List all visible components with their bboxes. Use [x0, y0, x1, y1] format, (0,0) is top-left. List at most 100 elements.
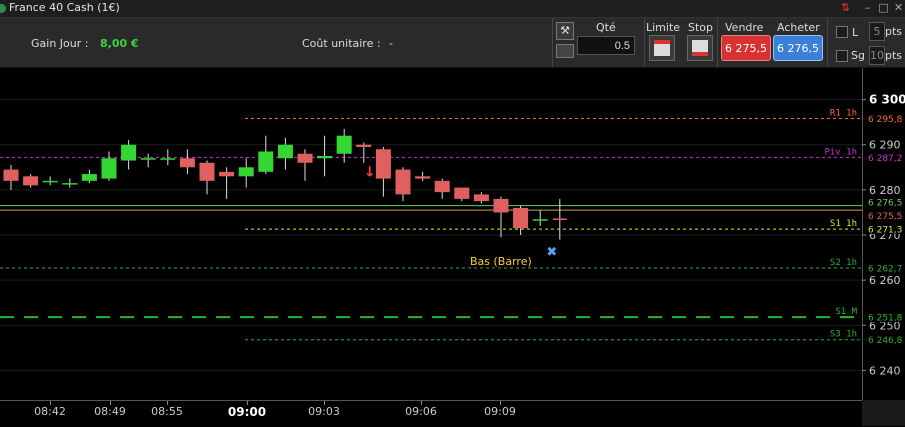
x-tick-mark: [247, 401, 248, 405]
divider: [717, 18, 718, 67]
limit-order-button[interactable]: [649, 35, 675, 61]
x-tick-mark: [421, 401, 422, 405]
candle-body: [219, 171, 235, 177]
level-name: R1 1h: [830, 109, 857, 119]
refresh-arrows-icon[interactable]: ⇅: [838, 0, 853, 15]
x-tick-label: 09:03: [308, 405, 340, 418]
gain-jour-value: 8,00 €: [100, 37, 139, 50]
level-name: S2 1h: [830, 258, 857, 268]
candle-body: [434, 180, 450, 193]
l-checkbox[interactable]: [836, 26, 848, 38]
bid-price-label: 6 276,5: [868, 199, 902, 209]
x-tick-label: 09:00: [227, 405, 267, 419]
candle-body: [513, 207, 529, 229]
status-dot-icon: [0, 4, 6, 13]
quantity-input[interactable]: [577, 36, 635, 55]
y-tick-label: 6 290: [869, 139, 901, 152]
x-tick-mark: [167, 401, 168, 405]
x-tick-mark: [50, 401, 51, 405]
level-name: S1 1h: [830, 219, 857, 229]
candle-body: [277, 144, 293, 159]
candle-body: [356, 144, 372, 147]
candle-body: [317, 156, 333, 159]
x-tick-label: 09:06: [405, 405, 437, 418]
level-name: Piv 1h: [824, 147, 857, 157]
l-points-unit: pts: [885, 25, 903, 38]
candle-body: [238, 167, 254, 177]
limit-header: Limite: [646, 21, 681, 34]
candle-body: [454, 187, 470, 199]
level-value-label: 6 262,7: [868, 264, 902, 274]
x-tick-mark: [324, 401, 325, 405]
y-tick-label: 6 280: [869, 184, 901, 197]
y-tick-label: 6 240: [869, 364, 901, 377]
x-tick-mark: [500, 401, 501, 405]
level-value-label: 6 287,2: [868, 154, 902, 164]
y-tick-label: 6 300: [869, 93, 905, 107]
candle-body: [160, 158, 176, 160]
candle-body: [493, 198, 509, 213]
trade-toolbar: Gain Jour : 8,00 € Coût unitaire : - ⚒ Q…: [0, 18, 905, 68]
divider: [644, 18, 645, 67]
level-value-label: 6 295,8: [868, 115, 903, 125]
candle-body: [101, 158, 117, 179]
down-arrow-icon: ↓: [364, 164, 376, 180]
sell-button[interactable]: 6 275,5: [721, 35, 771, 61]
divider: [827, 18, 828, 67]
title-bar: France 40 Cash (1€) ⇅ – □ ✕: [0, 0, 905, 18]
buy-button[interactable]: 6 276,5: [773, 35, 823, 61]
candle-body: [532, 219, 548, 221]
l-points-input[interactable]: 5: [869, 22, 885, 41]
buy-header: Acheter: [777, 21, 820, 34]
stop-order-button[interactable]: [687, 35, 713, 61]
sg-points-input[interactable]: 10: [869, 46, 885, 65]
candle-body: [395, 169, 411, 195]
cross-marker-icon: ✖: [546, 245, 557, 260]
candle-body: [121, 144, 137, 161]
candle-body: [415, 176, 431, 179]
level-value-label: 6 271,3: [868, 226, 902, 236]
qty-header: Qté: [596, 21, 616, 34]
sg-checkbox[interactable]: [836, 50, 848, 62]
candle-body: [336, 135, 352, 154]
low-bar-annotation: Bas (Barre): [470, 255, 532, 268]
level-name: S1 M: [835, 307, 857, 317]
x-tick-label: 08:49: [94, 405, 126, 418]
candle-body: [199, 162, 215, 181]
l-label: L: [852, 26, 859, 39]
axis-corner: [862, 400, 905, 426]
current-price-label: 6 275,5: [868, 212, 902, 222]
candle-body: [140, 158, 156, 160]
candle-body: [258, 151, 274, 172]
level-value-label: 6 246,8: [868, 336, 903, 346]
keyboard-icon[interactable]: [556, 44, 574, 58]
candle-body: [23, 176, 39, 186]
candle-body: [473, 194, 489, 202]
stop-order-icon: [692, 40, 708, 56]
close-icon[interactable]: ✕: [891, 0, 905, 15]
limit-order-icon: [654, 40, 670, 56]
candle-body: [179, 158, 195, 168]
x-tick-mark: [110, 401, 111, 405]
window-title: France 40 Cash (1€): [9, 1, 120, 14]
cout-unitaire-label: Coût unitaire :: [302, 37, 381, 50]
cout-unitaire-value: -: [389, 37, 393, 50]
maximize-icon[interactable]: □: [876, 0, 891, 15]
price-chart[interactable]: 6 3006 2906 2806 2706 2606 2506 240R1 1h…: [0, 68, 905, 402]
candle-body: [81, 174, 97, 181]
time-axis: 08:42 08:49 08:55 09:00 09:03 09:06 09:09: [0, 400, 862, 427]
sell-header: Vendre: [725, 21, 764, 34]
sg-points-unit: pts: [885, 49, 903, 62]
level-value-label: 6 251,8: [868, 314, 903, 324]
wrench-icon[interactable]: ⚒: [556, 22, 574, 40]
sg-label: Sg: [851, 49, 865, 62]
x-tick-label: 09:09: [484, 405, 516, 418]
candle-body: [3, 169, 19, 181]
divider: [552, 18, 553, 67]
gain-jour-label: Gain Jour :: [31, 37, 89, 50]
candle-body: [297, 153, 313, 163]
candle-body: [62, 183, 78, 185]
stop-header: Stop: [688, 21, 714, 34]
minimize-icon[interactable]: –: [860, 0, 875, 15]
x-tick-label: 08:42: [34, 405, 66, 418]
